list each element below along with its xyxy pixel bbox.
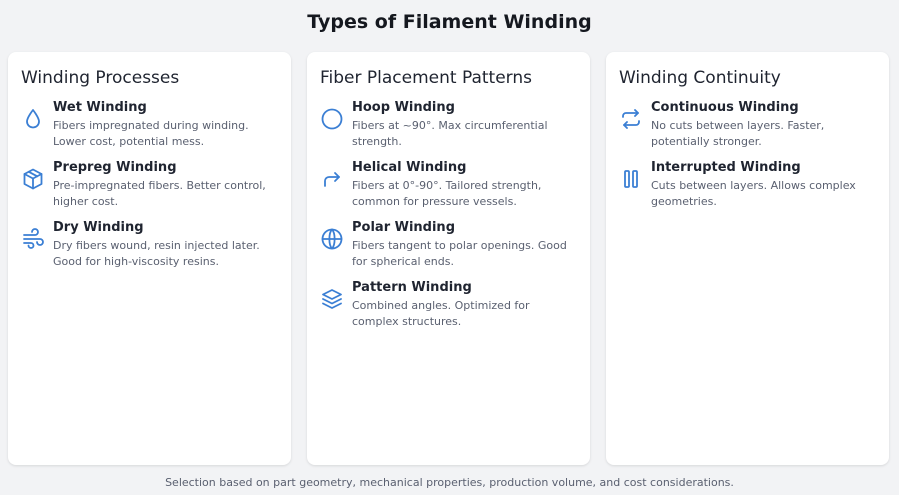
item-description: Fibers at ~90°. Max circumferential stre… xyxy=(352,119,548,148)
list-item: Polar Winding Fibers tangent to polar op… xyxy=(319,220,578,272)
item-description: Fibers tangent to polar openings. Good f… xyxy=(352,239,567,268)
card-title: Winding Processes xyxy=(21,68,180,88)
list-item: Wet Winding Fibers impregnated during wi… xyxy=(20,100,279,152)
droplet-icon xyxy=(21,107,45,131)
list-item: Hoop Winding Fibers at ~90°. Max circumf… xyxy=(319,100,578,152)
item-description: Fibers impregnated during winding. Lower… xyxy=(53,119,249,148)
list-item: Dry Winding Dry fibers wound, resin inje… xyxy=(20,220,279,272)
list-item: Interrupted Winding Cuts between layers.… xyxy=(618,160,877,212)
item-description: Fibers at 0°-90°. Tailored strength, com… xyxy=(352,179,542,208)
item-title: Hoop Winding xyxy=(352,100,455,115)
item-title: Polar Winding xyxy=(352,220,455,235)
list-item: Continuous Winding No cuts between layer… xyxy=(618,100,877,152)
item-title: Dry Winding xyxy=(53,220,144,235)
card-winding-processes: Winding Processes Wet Winding Fibers imp… xyxy=(8,52,291,465)
pause-icon xyxy=(619,167,643,191)
list-item: Helical Winding Fibers at 0°-90°. Tailor… xyxy=(319,160,578,212)
item-description: Dry fibers wound, resin injected later. … xyxy=(53,239,260,268)
box-icon xyxy=(21,167,45,191)
item-title: Wet Winding xyxy=(53,100,147,115)
item-title: Helical Winding xyxy=(352,160,467,175)
globe-icon xyxy=(320,227,344,251)
list-item: Prepreg Winding Pre-impregnated fibers. … xyxy=(20,160,279,212)
item-title: Prepreg Winding xyxy=(53,160,177,175)
page-title: Types of Filament Winding xyxy=(307,11,592,33)
item-description: No cuts between layers. Faster, potentia… xyxy=(651,119,825,148)
arrow-turn-icon xyxy=(320,167,344,191)
footer-note: Selection based on part geometry, mechan… xyxy=(165,476,734,489)
item-description: Combined angles. Optimized for complex s… xyxy=(352,299,530,328)
item-title: Interrupted Winding xyxy=(651,160,801,175)
card-title: Fiber Placement Patterns xyxy=(320,68,532,88)
wind-icon xyxy=(21,227,45,251)
layers-icon xyxy=(320,287,344,311)
repeat-icon xyxy=(619,107,643,131)
circle-icon xyxy=(320,107,344,131)
card-winding-continuity: Winding Continuity Continuous Winding No… xyxy=(606,52,889,465)
card-fiber-placement-patterns: Fiber Placement Patterns Hoop Winding Fi… xyxy=(307,52,590,465)
item-description: Pre-impregnated fibers. Better control, … xyxy=(53,179,266,208)
item-title: Continuous Winding xyxy=(651,100,799,115)
list-item: Pattern Winding Combined angles. Optimiz… xyxy=(319,280,578,332)
item-title: Pattern Winding xyxy=(352,280,472,295)
item-description: Cuts between layers. Allows complex geom… xyxy=(651,179,856,208)
card-title: Winding Continuity xyxy=(619,68,781,88)
